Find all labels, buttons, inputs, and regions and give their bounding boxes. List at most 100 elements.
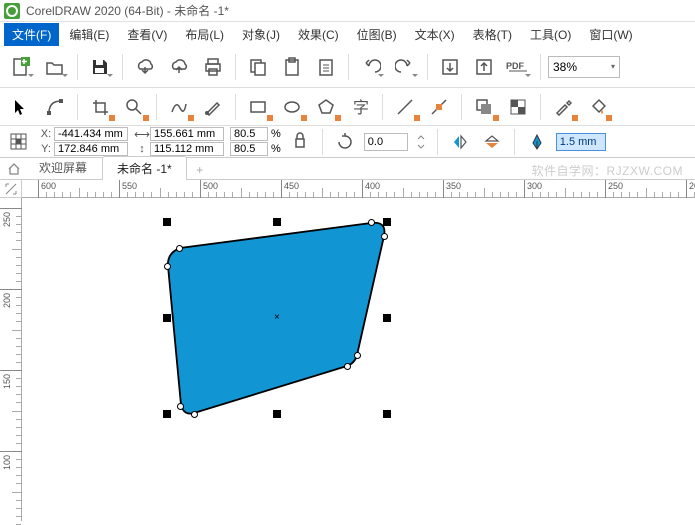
selection-handle-bc[interactable] [273,410,281,418]
copy-button[interactable] [243,52,273,82]
crop-tool[interactable] [85,93,115,121]
menu-view[interactable]: 查看(V) [119,23,175,46]
tab-document[interactable]: 未命名 -1* [102,156,187,180]
path-node[interactable] [164,263,171,270]
dimension-tool[interactable] [390,93,420,121]
selection-handle-tc[interactable] [273,218,281,226]
connector-tool[interactable] [424,93,454,121]
scale-y-input[interactable]: 80.5 [230,142,268,156]
width-input[interactable]: 155.661 mm [150,127,224,141]
rotation-spinner[interactable] [414,130,428,154]
drop-shadow-tool[interactable] [469,93,499,121]
y-position-input[interactable]: 172.846 mm [54,142,128,156]
cloud-open-button[interactable] [130,52,160,82]
zoom-level-input[interactable]: 38% ▾ [548,56,620,78]
publish-pdf-button[interactable]: PDF [503,52,533,82]
clipboard-button[interactable] [311,52,341,82]
vertical-ruler[interactable]: 250200150100 [0,198,22,521]
undo-button[interactable] [356,52,386,82]
fill-bucket-icon [588,98,606,116]
ruler-origin[interactable] [0,180,22,198]
shape-tool[interactable] [40,93,70,121]
menu-bitmap[interactable]: 位图(B) [349,23,405,46]
freehand-icon [170,98,188,116]
scale-x-input[interactable]: 80.5 [230,127,268,141]
watermark-text: 软件自学网：RJZXW.COM [532,162,692,179]
text-tool[interactable]: 字 [345,93,375,121]
percent-label: % [271,143,281,155]
selection-handle-tr[interactable] [383,218,391,226]
rotation-input[interactable]: 0.0 [364,133,408,151]
new-button[interactable] [6,52,36,82]
grid-origin-icon [10,133,28,151]
path-node[interactable] [176,245,183,252]
import-button[interactable] [435,52,465,82]
menu-table[interactable]: 表格(T) [465,23,520,46]
tab-welcome[interactable]: 欢迎屏幕 [24,155,102,179]
selection-handle-br[interactable] [383,410,391,418]
menu-effect[interactable]: 效果(C) [290,23,347,46]
export-icon [474,57,494,77]
home-tab-icon[interactable] [4,159,24,179]
print-button[interactable] [198,52,228,82]
x-position-input[interactable]: -441.434 mm [54,127,128,141]
selection-center[interactable]: × [274,312,280,323]
rotation-icon-button[interactable] [332,130,358,154]
menu-edit[interactable]: 编辑(E) [61,23,117,46]
menu-tool[interactable]: 工具(O) [522,23,579,46]
fill-tool[interactable] [582,93,612,121]
menu-text[interactable]: 文本(X) [407,23,463,46]
path-node[interactable] [344,363,351,370]
horizontal-ruler[interactable]: 600550500450400350300250200 [22,180,695,198]
transparency-tool[interactable] [503,93,533,121]
add-tab-button[interactable]: + [191,161,209,179]
dimension-icon [396,98,414,116]
arrow-cursor-icon [12,98,30,116]
crop-icon [91,98,109,116]
pick-tool[interactable] [6,93,36,121]
lock-ratio-button[interactable] [287,130,313,154]
menu-window[interactable]: 窗口(W) [581,23,640,46]
eyedropper-tool[interactable] [548,93,578,121]
path-node[interactable] [177,403,184,410]
mirror-v-button[interactable] [479,130,505,154]
x-label: X: [38,128,54,140]
export-button[interactable] [469,52,499,82]
selected-shape[interactable] [22,198,695,521]
polygon-tool[interactable] [311,93,341,121]
path-node[interactable] [368,219,375,226]
clipboard-icon [316,57,336,77]
outline-width-input[interactable]: 1.5 mm [556,133,606,151]
save-button[interactable] [85,52,115,82]
open-button[interactable] [40,52,70,82]
height-input[interactable]: 115.112 mm [150,142,224,156]
artistic-media-tool[interactable] [198,93,228,121]
menu-object[interactable]: 对象(J) [234,23,288,46]
path-node[interactable] [381,233,388,240]
size-group: ⟷155.661 mm ↕115.112 mm [134,127,224,156]
undo-icon [361,57,381,77]
outline-pen-button[interactable] [524,130,550,154]
selection-handle-tl[interactable] [163,218,171,226]
menu-layout[interactable]: 布局(L) [177,23,232,46]
paste-button[interactable] [277,52,307,82]
shape-edit-icon [46,98,64,116]
selection-handle-bl[interactable] [163,410,171,418]
freehand-tool[interactable] [164,93,194,121]
mirror-h-button[interactable] [447,130,473,154]
selection-handle-ml[interactable] [163,314,171,322]
zoom-tool[interactable] [119,93,149,121]
menu-bar: 文件(F) 编辑(E) 查看(V) 布局(L) 对象(J) 效果(C) 位图(B… [0,22,695,46]
menu-file[interactable]: 文件(F) [4,23,59,46]
drawing-canvas[interactable]: × [22,198,695,521]
path-node[interactable] [191,411,198,418]
path-node[interactable] [354,352,361,359]
rectangle-tool[interactable] [243,93,273,121]
open-folder-icon [45,57,65,77]
selection-handle-mr[interactable] [383,314,391,322]
redo-button[interactable] [390,52,420,82]
object-origin-button[interactable] [6,130,32,154]
ellipse-tool[interactable] [277,93,307,121]
ruler-origin-icon [5,183,17,195]
cloud-save-button[interactable] [164,52,194,82]
